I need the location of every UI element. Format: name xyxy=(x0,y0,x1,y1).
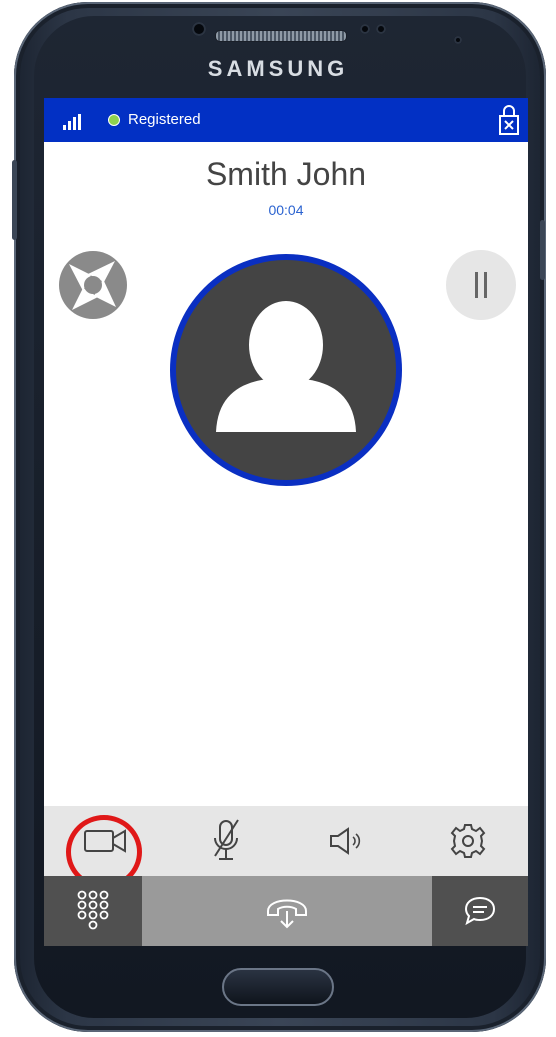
signal-icon xyxy=(63,114,85,130)
status-bar: Registered xyxy=(44,98,528,142)
home-button xyxy=(222,968,334,1006)
hold-button[interactable] xyxy=(446,250,516,320)
call-timer: 00:04 xyxy=(268,202,304,218)
earpiece-speaker xyxy=(215,30,347,42)
speaker-button[interactable] xyxy=(286,806,407,876)
sensor xyxy=(376,24,386,34)
shutter-icon xyxy=(59,251,127,319)
hang-up-icon xyxy=(267,899,307,929)
chat-button[interactable] xyxy=(432,876,528,946)
sensor xyxy=(360,24,370,34)
dialpad-icon xyxy=(77,890,109,930)
snapshot-button[interactable] xyxy=(56,248,130,322)
person-icon xyxy=(216,301,356,432)
sensor xyxy=(454,36,462,44)
brand-logo: SAMSUNG xyxy=(207,56,349,81)
dialpad-button[interactable] xyxy=(44,876,142,946)
speaker-icon xyxy=(329,827,360,855)
chat-icon xyxy=(464,896,496,926)
gear-icon xyxy=(450,824,485,858)
front-camera xyxy=(192,22,206,36)
power-button xyxy=(540,220,545,280)
bottom-bar xyxy=(44,876,528,946)
registration-status: Registered xyxy=(128,111,201,128)
app-screen: Registered Smith John 00:04 xyxy=(44,98,528,946)
volume-button xyxy=(12,160,17,240)
registration-status-dot xyxy=(108,114,120,126)
hang-up-button[interactable] xyxy=(142,876,432,946)
mute-button[interactable] xyxy=(165,806,286,876)
settings-button[interactable] xyxy=(407,806,528,876)
call-toolbar xyxy=(44,806,528,889)
caller-name: Smith John xyxy=(205,156,367,192)
microphone-muted-icon xyxy=(213,819,239,860)
avatar xyxy=(170,254,402,486)
lock-icon[interactable] xyxy=(498,102,520,136)
